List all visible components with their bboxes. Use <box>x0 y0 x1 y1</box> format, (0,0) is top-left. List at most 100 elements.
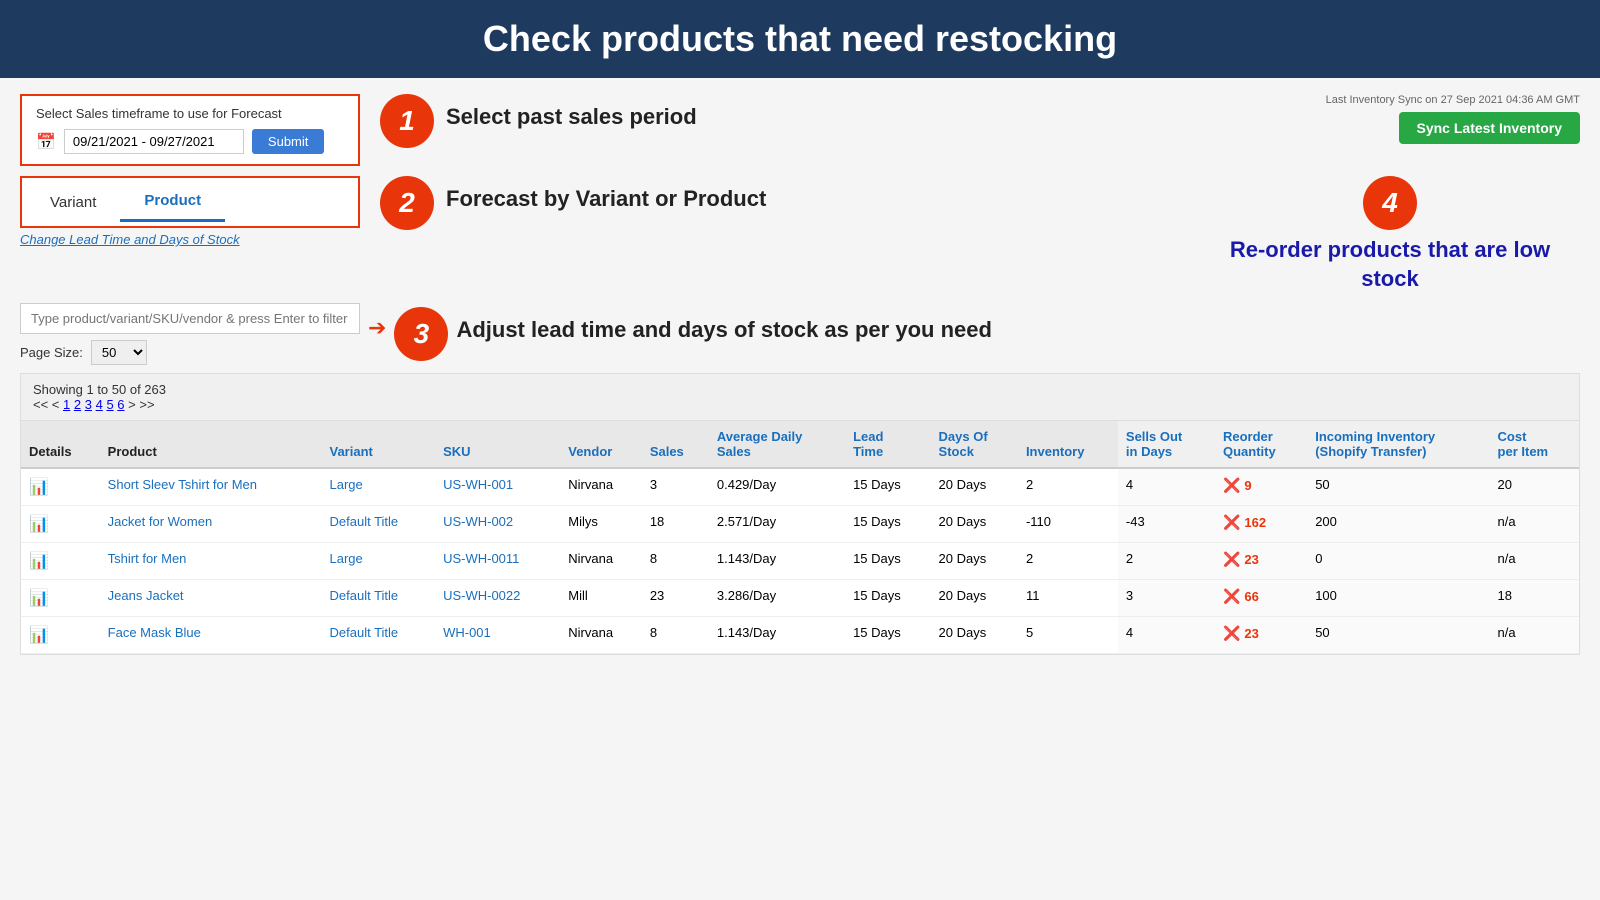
cell-inventory: 11 <box>1018 580 1118 617</box>
submit-button[interactable]: Submit <box>252 129 324 154</box>
showing-text: Showing 1 to 50 of 263 <box>33 382 1567 397</box>
cell-incoming: 100 <box>1307 580 1489 617</box>
cell-sells-out: 2 <box>1118 543 1215 580</box>
cell-details[interactable]: 📊 <box>21 543 100 580</box>
product-link[interactable]: Jacket for Women <box>108 514 213 529</box>
sku-link[interactable]: WH-001 <box>443 625 491 640</box>
table-meta: Showing 1 to 50 of 263 << < 1 2 3 4 5 6 … <box>21 374 1579 421</box>
sync-latest-button[interactable]: Sync Latest Inventory <box>1399 112 1581 144</box>
page-size-select[interactable]: 50 100 200 <box>91 340 147 365</box>
product-link[interactable]: Tshirt for Men <box>108 551 187 566</box>
cell-days-stock: 20 Days <box>931 617 1018 654</box>
cell-product: Jacket for Women <box>100 506 322 543</box>
cell-reorder-qty: ❌23 <box>1215 617 1307 654</box>
sku-link[interactable]: US-WH-0022 <box>443 588 520 603</box>
chart-icon[interactable]: 📊 <box>29 479 49 496</box>
reorder-qty-value: ❌23 <box>1223 551 1299 568</box>
chart-icon[interactable]: 📊 <box>29 516 49 533</box>
cell-inventory: 2 <box>1018 468 1118 506</box>
cell-product: Tshirt for Men <box>100 543 322 580</box>
cell-details[interactable]: 📊 <box>21 617 100 654</box>
variant-link[interactable]: Default Title <box>330 588 399 603</box>
product-link[interactable]: Short Sleev Tshirt for Men <box>108 477 257 492</box>
tab-variant[interactable]: Variant <box>26 182 120 222</box>
reorder-qty-value: ❌23 <box>1223 625 1299 642</box>
table-section: Showing 1 to 50 of 263 << < 1 2 3 4 5 6 … <box>20 373 1580 655</box>
chart-icon[interactable]: 📊 <box>29 590 49 607</box>
tab-product[interactable]: Product <box>120 182 225 222</box>
col-sku: SKU <box>435 421 560 468</box>
chart-icon[interactable]: 📊 <box>29 553 49 570</box>
sku-link[interactable]: US-WH-002 <box>443 514 513 529</box>
cell-details[interactable]: 📊 <box>21 580 100 617</box>
step2-box: Variant Product <box>20 176 360 228</box>
step1-text: Select past sales period <box>446 94 697 130</box>
step2-annotation: 2 Forecast by Variant or Product <box>380 176 1180 230</box>
cell-vendor: Mill <box>560 580 642 617</box>
cell-reorder-qty: ❌23 <box>1215 543 1307 580</box>
cell-lead-time: 15 Days <box>845 468 930 506</box>
page-header: Check products that need restocking <box>0 0 1600 78</box>
cell-reorder-qty: ❌9 <box>1215 468 1307 506</box>
step2-text: Forecast by Variant or Product <box>446 176 766 212</box>
cell-avg-daily: 1.143/Day <box>709 617 845 654</box>
cell-cost: 18 <box>1490 580 1579 617</box>
cell-product: Jeans Jacket <box>100 580 322 617</box>
cell-product: Face Mask Blue <box>100 617 322 654</box>
lead-time-link[interactable]: Change Lead Time and Days of Stock <box>20 232 360 247</box>
table-row: 📊 Tshirt for Men Large US-WH-0011 Nirvan… <box>21 543 1579 580</box>
cell-details[interactable]: 📊 <box>21 506 100 543</box>
product-link[interactable]: Jeans Jacket <box>108 588 184 603</box>
cell-cost: n/a <box>1490 506 1579 543</box>
table-row: 📊 Face Mask Blue Default Title WH-001 Ni… <box>21 617 1579 654</box>
cell-variant: Default Title <box>322 617 436 654</box>
step1-annotation: 1 Select past sales period <box>380 94 1306 148</box>
sku-link[interactable]: US-WH-001 <box>443 477 513 492</box>
warning-icon: ❌ <box>1223 477 1240 494</box>
cell-sells-out: -43 <box>1118 506 1215 543</box>
cell-sales: 18 <box>642 506 709 543</box>
chart-icon[interactable]: 📊 <box>29 627 49 644</box>
variant-link[interactable]: Default Title <box>330 625 399 640</box>
cell-days-stock: 20 Days <box>931 506 1018 543</box>
variant-link[interactable]: Large <box>330 551 363 566</box>
cell-vendor: Milys <box>560 506 642 543</box>
col-incoming: Incoming Inventory(Shopify Transfer) <box>1307 421 1489 468</box>
cell-days-stock: 20 Days <box>931 468 1018 506</box>
variant-link[interactable]: Default Title <box>330 514 399 529</box>
product-link[interactable]: Face Mask Blue <box>108 625 201 640</box>
cell-reorder-qty: ❌162 <box>1215 506 1307 543</box>
col-sales: Sales <box>642 421 709 468</box>
col-product: Product <box>100 421 322 468</box>
cell-sales: 8 <box>642 617 709 654</box>
step4-annotation: 4 Re-order products that are low stock <box>1200 176 1580 293</box>
step3-circle: 3 <box>394 307 448 361</box>
date-range-input[interactable] <box>64 129 244 154</box>
cell-sales: 23 <box>642 580 709 617</box>
warning-icon: ❌ <box>1223 514 1240 531</box>
sync-label: Last Inventory Sync on 27 Sep 2021 04:36… <box>1326 94 1580 106</box>
forecast-tabs: Variant Product <box>26 182 354 222</box>
cell-details[interactable]: 📊 <box>21 468 100 506</box>
warning-icon: ❌ <box>1223 588 1240 605</box>
cell-cost: n/a <box>1490 543 1579 580</box>
col-reorder-qty: ReorderQuantity <box>1215 421 1307 468</box>
cell-avg-daily: 3.286/Day <box>709 580 845 617</box>
variant-link[interactable]: Large <box>330 477 363 492</box>
search-input[interactable] <box>20 303 360 334</box>
warning-icon: ❌ <box>1223 551 1240 568</box>
col-variant: Variant <box>322 421 436 468</box>
cell-avg-daily: 1.143/Day <box>709 543 845 580</box>
sku-link[interactable]: US-WH-0011 <box>443 551 519 566</box>
cell-incoming: 200 <box>1307 506 1489 543</box>
table-row: 📊 Jacket for Women Default Title US-WH-0… <box>21 506 1579 543</box>
step1-box: Select Sales timeframe to use for Foreca… <box>20 94 360 166</box>
warning-icon: ❌ <box>1223 625 1240 642</box>
pagination[interactable]: << < 1 2 3 4 5 6 > >> <box>33 397 1567 412</box>
cell-reorder-qty: ❌66 <box>1215 580 1307 617</box>
step4-circle: 4 <box>1363 176 1417 230</box>
col-days-stock: Days OfStock <box>931 421 1018 468</box>
cell-vendor: Nirvana <box>560 468 642 506</box>
cell-sku: US-WH-002 <box>435 506 560 543</box>
cell-inventory: 2 <box>1018 543 1118 580</box>
